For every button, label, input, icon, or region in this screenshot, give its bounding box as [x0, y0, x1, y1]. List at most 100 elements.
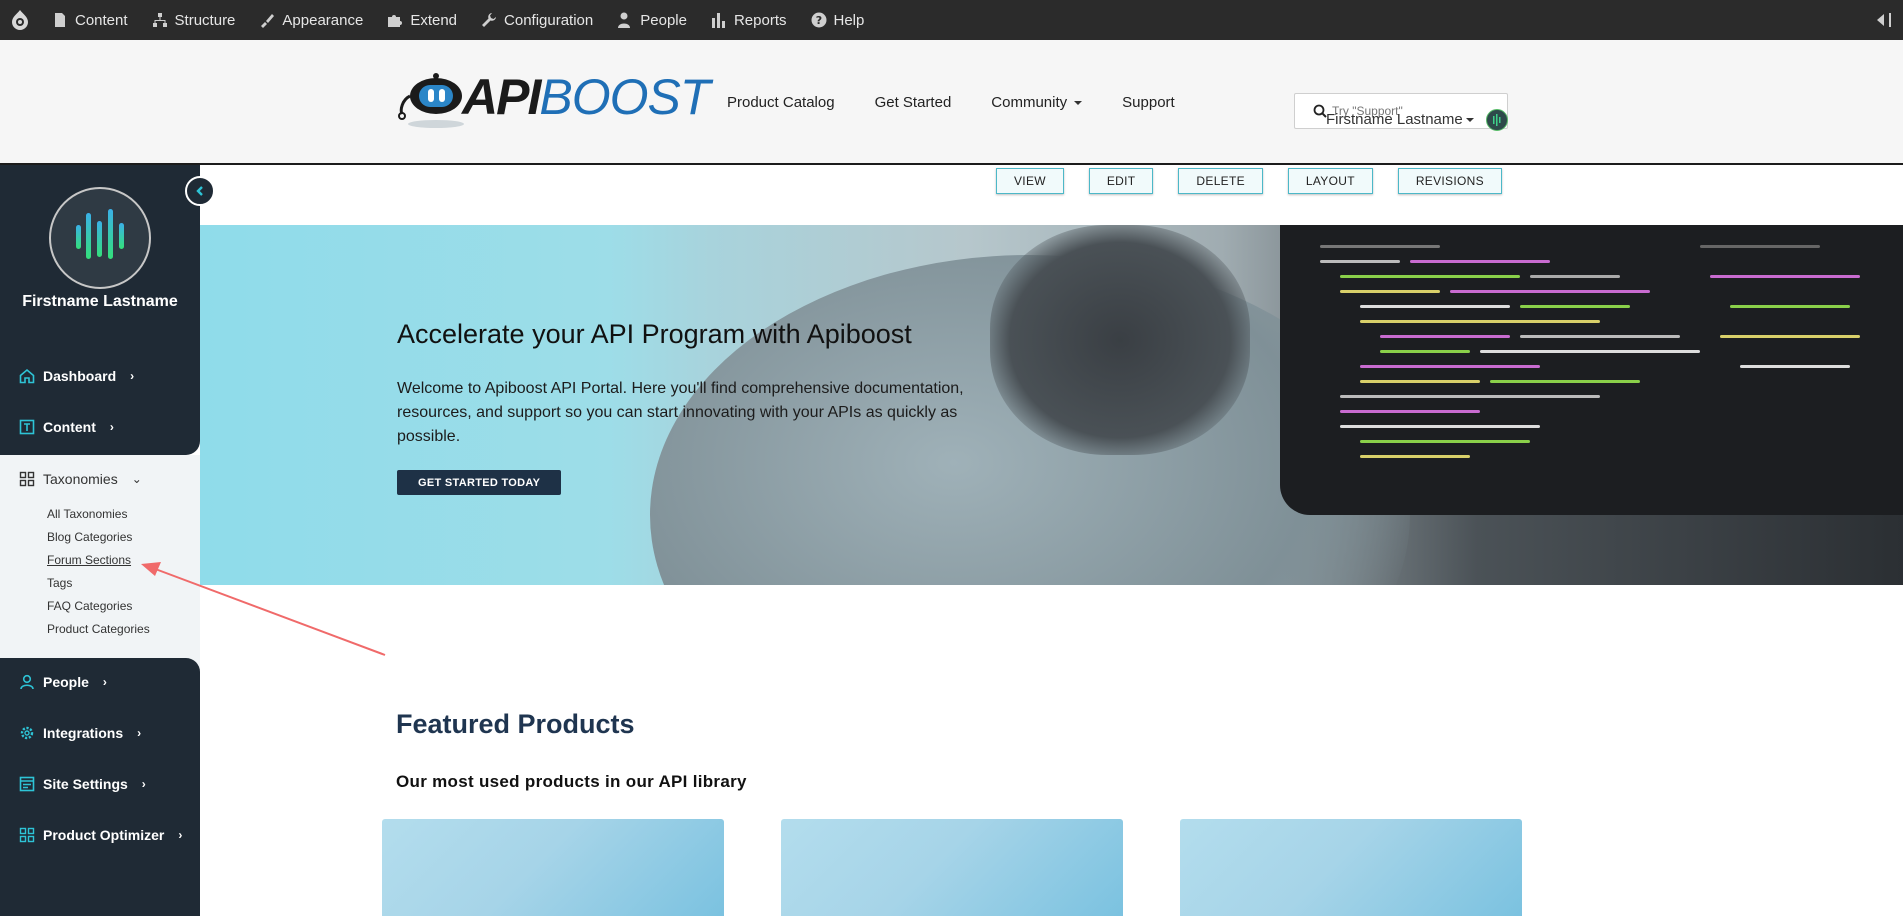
sidebar-subitem-tags[interactable]: Tags [47, 576, 72, 590]
tab-layout[interactable]: LAYOUT [1287, 168, 1373, 194]
chevron-down-icon [1465, 117, 1474, 122]
logo-text-boost: BOOST [539, 69, 710, 125]
sidebar-subitem-forum-sections[interactable]: Forum Sections [47, 553, 131, 567]
sidebar-item-people[interactable]: People › [19, 674, 107, 690]
sidebar: Firstname Lastname Dashboard › Content ›… [0, 165, 200, 916]
sidebar-item-content[interactable]: Content › [19, 419, 114, 435]
apiboost-logo[interactable]: APIBOOST [396, 69, 712, 132]
nav-community[interactable]: Community [991, 94, 1083, 111]
sidebar-item-integrations[interactable]: Integrations › [19, 725, 141, 741]
chevron-right-icon: › [137, 726, 142, 740]
get-started-button[interactable]: GET STARTED TODAY [397, 470, 562, 495]
user-menu-name: Firstname Lastname [1326, 111, 1463, 128]
toolbar-collapse-icon[interactable] [1873, 10, 1893, 30]
chevron-down-icon [1074, 100, 1083, 105]
toolbar-configuration-label: Configuration [504, 11, 594, 29]
search-icon [1313, 104, 1327, 118]
logo-text-api: API [462, 69, 541, 125]
avatar[interactable] [49, 187, 151, 289]
toolbar-content-label: Content [75, 11, 128, 29]
toolbar-help[interactable]: ? Help [799, 0, 877, 40]
main-nav: Product Catalog Get Started Community Su… [727, 94, 1175, 111]
toolbar-appearance[interactable]: Appearance [247, 0, 375, 40]
sidebar-item-taxonomies[interactable]: Taxonomies ⌄ [19, 471, 142, 487]
person-icon [618, 12, 631, 28]
nav-get-started[interactable]: Get Started [875, 94, 952, 111]
tab-delete[interactable]: DELETE [1178, 168, 1263, 194]
hero-banner: Accelerate your API Program with Apiboos… [200, 225, 1903, 585]
drupal-logo-icon[interactable] [0, 0, 40, 40]
grid-icon [19, 827, 35, 843]
sidebar-collapse-toggle[interactable] [185, 176, 215, 206]
robot-logo-icon [398, 73, 464, 128]
hero-text: Welcome to Apiboost API Portal. Here you… [397, 380, 964, 445]
sidebar-item-label: Content [43, 419, 96, 435]
sidebar-subitem-all-taxonomies[interactable]: All Taxonomies [47, 507, 127, 521]
toolbar-configuration[interactable]: Configuration [469, 0, 605, 40]
chevron-right-icon: › [102, 675, 107, 689]
toolbar-structure-label: Structure [174, 11, 236, 29]
product-card[interactable] [1180, 819, 1522, 916]
hero-code-screen [1280, 225, 1903, 515]
toolbar-appearance-label: Appearance [282, 11, 364, 29]
sidebar-subitem-product-categories[interactable]: Product Categories [47, 622, 150, 636]
toolbar-help-label: Help [833, 11, 865, 29]
sidebar-item-label: People [43, 674, 89, 690]
admin-toolbar: Content Structure Appearance Extend Conf… [0, 0, 1903, 40]
toolbar-extend[interactable]: Extend [375, 0, 469, 40]
sidebar-user-name: Firstname Lastname [22, 293, 178, 310]
tab-edit[interactable]: EDIT [1088, 168, 1154, 194]
tab-revisions[interactable]: REVISIONS [1397, 168, 1502, 194]
chevron-down-icon: ⌄ [131, 472, 142, 486]
product-card[interactable] [781, 819, 1123, 916]
file-icon [55, 13, 65, 27]
grid-icon [19, 471, 35, 487]
svg-text:?: ? [815, 14, 821, 27]
user-avatar-small[interactable] [1486, 109, 1508, 131]
toolbar-content[interactable]: Content [40, 0, 140, 40]
site-header: APIBOOST Product Catalog Get Started Com… [0, 40, 1903, 165]
sidebar-item-label: Taxonomies [43, 471, 118, 487]
nav-support[interactable]: Support [1122, 94, 1175, 111]
sidebar-item-product-optimizer[interactable]: Product Optimizer › [19, 827, 182, 843]
toolbar-extend-label: Extend [410, 11, 458, 29]
home-icon [19, 368, 35, 384]
featured-subtitle: Our most used products in our API librar… [396, 772, 747, 791]
hero-head-shape [990, 225, 1250, 455]
product-card[interactable] [382, 819, 724, 916]
chevron-right-icon: › [130, 369, 135, 383]
user-menu[interactable]: Firstname Lastname [1326, 111, 1474, 128]
toolbar-people-label: People [640, 11, 687, 29]
chevron-right-icon: › [178, 828, 183, 842]
person-icon [20, 674, 34, 690]
nav-product-catalog[interactable]: Product Catalog [727, 94, 835, 111]
chevron-right-icon: › [109, 420, 114, 434]
toolbar-structure[interactable]: Structure [140, 0, 248, 40]
gear-icon [20, 726, 34, 740]
settings-panel-icon [19, 776, 35, 792]
tab-view[interactable]: VIEW [996, 168, 1064, 194]
text-box-icon [19, 419, 35, 435]
sidebar-item-site-settings[interactable]: Site Settings › [19, 776, 146, 792]
local-tasks-tabs: VIEW EDIT DELETE LAYOUT REVISIONS [996, 168, 1502, 194]
hero-title: Accelerate your API Program with Apiboos… [397, 319, 912, 349]
bar-chart-icon [711, 13, 725, 28]
help-icon: ? [811, 12, 826, 28]
sidebar-subitem-faq-categories[interactable]: FAQ Categories [47, 599, 132, 613]
toolbar-reports[interactable]: Reports [699, 0, 799, 40]
toolbar-people[interactable]: People [605, 0, 699, 40]
sidebar-item-label: Integrations [43, 725, 124, 741]
sidebar-subitem-blog-categories[interactable]: Blog Categories [47, 530, 132, 544]
sitemap-icon [152, 13, 167, 27]
sidebar-item-dashboard[interactable]: Dashboard › [19, 368, 134, 384]
puzzle-icon [388, 15, 403, 27]
sidebar-item-label: Product Optimizer [43, 827, 165, 843]
nav-community-label: Community [991, 94, 1068, 111]
sidebar-item-label: Dashboard [43, 368, 117, 384]
featured-title: Featured Products [396, 709, 635, 739]
wrench-icon [482, 13, 497, 27]
chevron-right-icon: › [141, 777, 146, 791]
toolbar-reports-label: Reports [733, 11, 787, 29]
sidebar-item-label: Site Settings [43, 776, 128, 792]
paintbrush-icon [261, 14, 275, 28]
